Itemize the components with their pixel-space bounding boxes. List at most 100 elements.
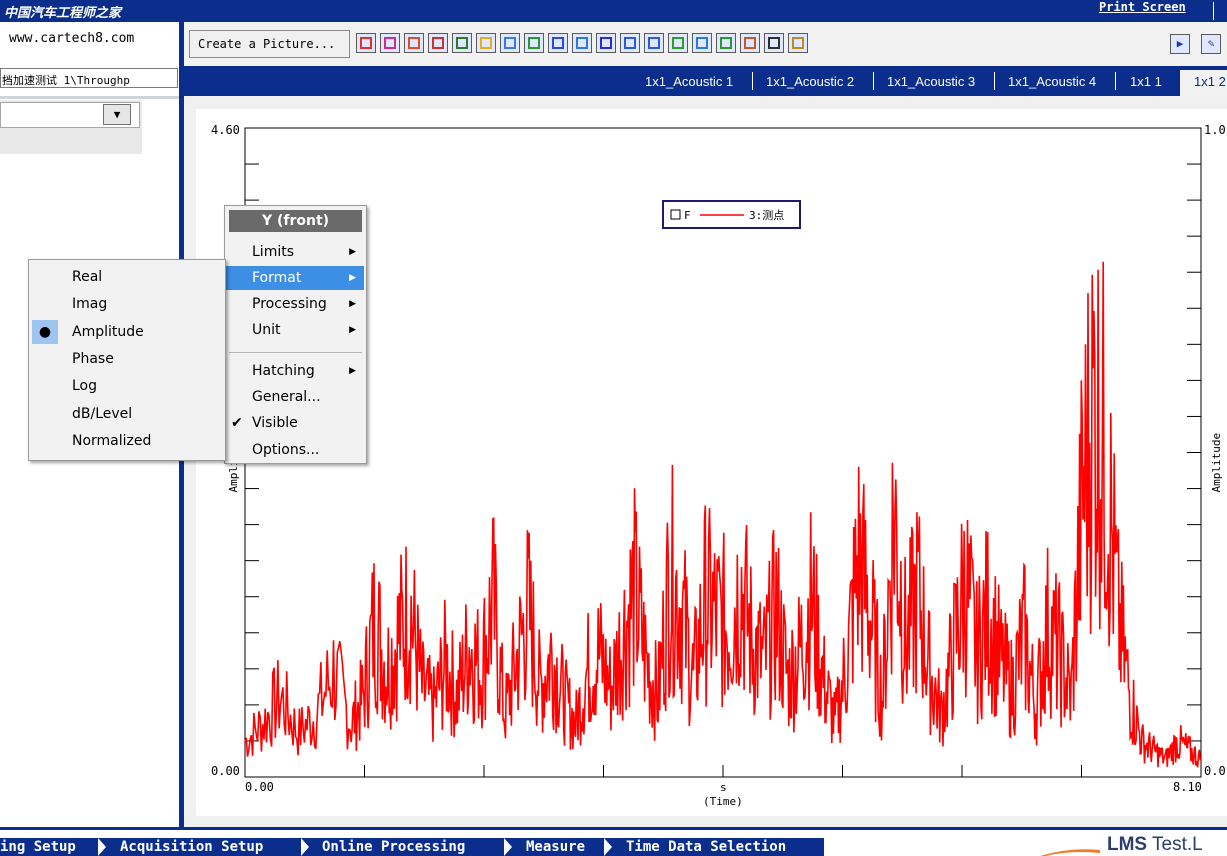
format-item-label: dB/Level <box>72 405 133 422</box>
circle-graph-icon-glyph <box>408 37 420 49</box>
combo-dropdown-button[interactable]: ▼ <box>103 104 131 125</box>
axis-icon-glyph <box>624 37 636 49</box>
bar-chart-icon-glyph <box>720 37 732 49</box>
graph-2-icon[interactable] <box>380 33 400 53</box>
new-window-icon[interactable]: ✎ <box>1201 34 1221 54</box>
submenu-arrow-icon: ▶ <box>349 299 356 309</box>
brand-swoosh <box>1040 849 1100 856</box>
submenu-arrow-icon: ▶ <box>349 273 356 283</box>
legend-checkbox <box>670 209 681 220</box>
menu-item-hatching[interactable]: Hatching ▶ <box>225 359 364 383</box>
line-graph-icon[interactable] <box>356 33 376 53</box>
grid-icon-glyph <box>600 37 612 49</box>
axis-icon[interactable] <box>620 33 640 53</box>
format-item-log[interactable]: Log <box>29 374 223 398</box>
tab-separator <box>994 72 995 90</box>
gauge-icon[interactable] <box>692 33 712 53</box>
format-item-label: Imag <box>72 296 108 313</box>
graph-2-icon-glyph <box>384 37 396 49</box>
x-tick-label: 0.00 <box>245 780 274 794</box>
legend-series-name: 3:测点 <box>749 209 784 222</box>
menu-item-label: Hatching <box>252 363 315 379</box>
axis-2-icon[interactable] <box>644 33 664 53</box>
workflow-step-setup[interactable]: ing Setup <box>0 839 76 855</box>
flag-icon[interactable] <box>548 33 568 53</box>
menu-item-visible[interactable]: ✔ Visible <box>225 411 364 435</box>
check-icon: ✔ <box>231 415 243 431</box>
menu-item-label: General... <box>252 389 321 405</box>
circle-graph-icon[interactable] <box>404 33 424 53</box>
menu-item-unit[interactable]: Unit ▶ <box>225 318 364 342</box>
format-item-label: Amplitude <box>72 323 144 340</box>
workflow-step-online-processing[interactable]: Online Processing <box>322 839 465 855</box>
list-icon[interactable] <box>524 33 544 53</box>
chevron-right-icon <box>604 838 612 856</box>
format-item-dblevel[interactable]: dB/Level <box>29 402 223 426</box>
print-screen-link[interactable]: Print Screen <box>1099 0 1186 14</box>
tab-acoustic-4[interactable]: 1x1_Acoustic 4 <box>1008 74 1096 89</box>
menu-item-limits[interactable]: Limits ▶ <box>225 240 364 264</box>
context-menu-header: Y (front) <box>229 210 362 232</box>
tab-1x1-1[interactable]: 1x1 1 <box>1130 74 1162 89</box>
y-right-tick-label: 1.0 <box>1204 123 1226 137</box>
chevron-right-icon <box>504 838 512 856</box>
workflow-step-time-data-selection[interactable]: Time Data Selection <box>626 839 786 855</box>
workflow-step-acquisition[interactable]: Acquisition Setup <box>120 839 263 855</box>
bus-icon[interactable] <box>764 33 784 53</box>
workflow-step-measure[interactable]: Measure <box>526 839 585 855</box>
tab-acoustic-3[interactable]: 1x1_Acoustic 3 <box>887 74 975 89</box>
project-select[interactable]: 挡加速测试 1\Throughp ⌵ <box>0 68 178 88</box>
menu-item-label: Limits <box>252 244 294 260</box>
format-item-normalized[interactable]: Normalized <box>29 429 223 453</box>
bar-chart-icon[interactable] <box>716 33 736 53</box>
menu-item-label: Options... <box>252 442 320 458</box>
format-item-amplitude[interactable]: ● Amplitude <box>29 319 223 344</box>
format-item-imag[interactable]: Imag <box>29 292 223 316</box>
bar-3d-icon-glyph <box>480 37 492 49</box>
panel-divider <box>0 96 179 99</box>
bar-3d-icon[interactable] <box>476 33 496 53</box>
menu-divider <box>229 352 362 353</box>
format-item-label: Real <box>72 269 103 285</box>
site-url: www.cartech8.com <box>9 31 135 46</box>
tab-separator <box>752 72 753 90</box>
list-icon-glyph <box>528 37 540 49</box>
tools-icon-glyph <box>744 37 756 49</box>
tab-1x1-2[interactable]: 1x1 2 <box>1194 74 1226 89</box>
palette-icon[interactable] <box>668 33 688 53</box>
y-tick-label: 4.60 <box>211 123 240 137</box>
polar-icon[interactable] <box>428 33 448 53</box>
menu-item-label: Unit <box>252 322 281 338</box>
x-tick-label: 8.10 <box>1173 780 1202 794</box>
menu-item-format[interactable]: Format ▶ <box>225 266 364 290</box>
tab-acoustic-1[interactable]: 1x1_Acoustic 1 <box>645 74 733 89</box>
format-submenu: Real Imag ● Amplitude Phase Log dB/Level Normal… <box>28 259 226 461</box>
menu-item-options[interactable]: Options... <box>225 438 364 462</box>
menu-item-general[interactable]: General... <box>225 385 364 409</box>
y-tick-label: 0.00 <box>211 764 240 778</box>
menu-item-label: Processing <box>252 296 327 312</box>
brush-icon-glyph <box>792 37 804 49</box>
format-item-real[interactable]: Real <box>29 265 223 289</box>
image-icon-glyph <box>456 37 468 49</box>
menu-item-processing[interactable]: Processing ▶ <box>225 292 364 316</box>
y-right-tick-label: 0.0 <box>1204 764 1226 778</box>
grid-icon[interactable] <box>596 33 616 53</box>
tab-acoustic-2[interactable]: 1x1_Acoustic 2 <box>766 74 854 89</box>
value-icon[interactable] <box>572 33 592 53</box>
bus-icon-glyph <box>768 37 780 49</box>
format-item-phase[interactable]: Phase <box>29 347 223 371</box>
menu-item-label: Visible <box>252 415 298 431</box>
chevron-right-icon <box>301 838 309 856</box>
tools-icon[interactable] <box>740 33 760 53</box>
image-icon[interactable] <box>452 33 472 53</box>
format-item-label: Phase <box>72 350 114 367</box>
submenu-arrow-icon: ▶ <box>349 247 356 257</box>
play-icon[interactable]: ▶ <box>1170 34 1190 54</box>
format-item-label: Normalized <box>72 432 152 449</box>
brand-logo: LMS Test.L <box>1107 834 1203 855</box>
create-picture-button[interactable]: Create a Picture... <box>189 30 350 58</box>
waterfall-icon[interactable] <box>500 33 520 53</box>
flag-icon-glyph <box>552 37 564 49</box>
brush-icon[interactable] <box>788 33 808 53</box>
